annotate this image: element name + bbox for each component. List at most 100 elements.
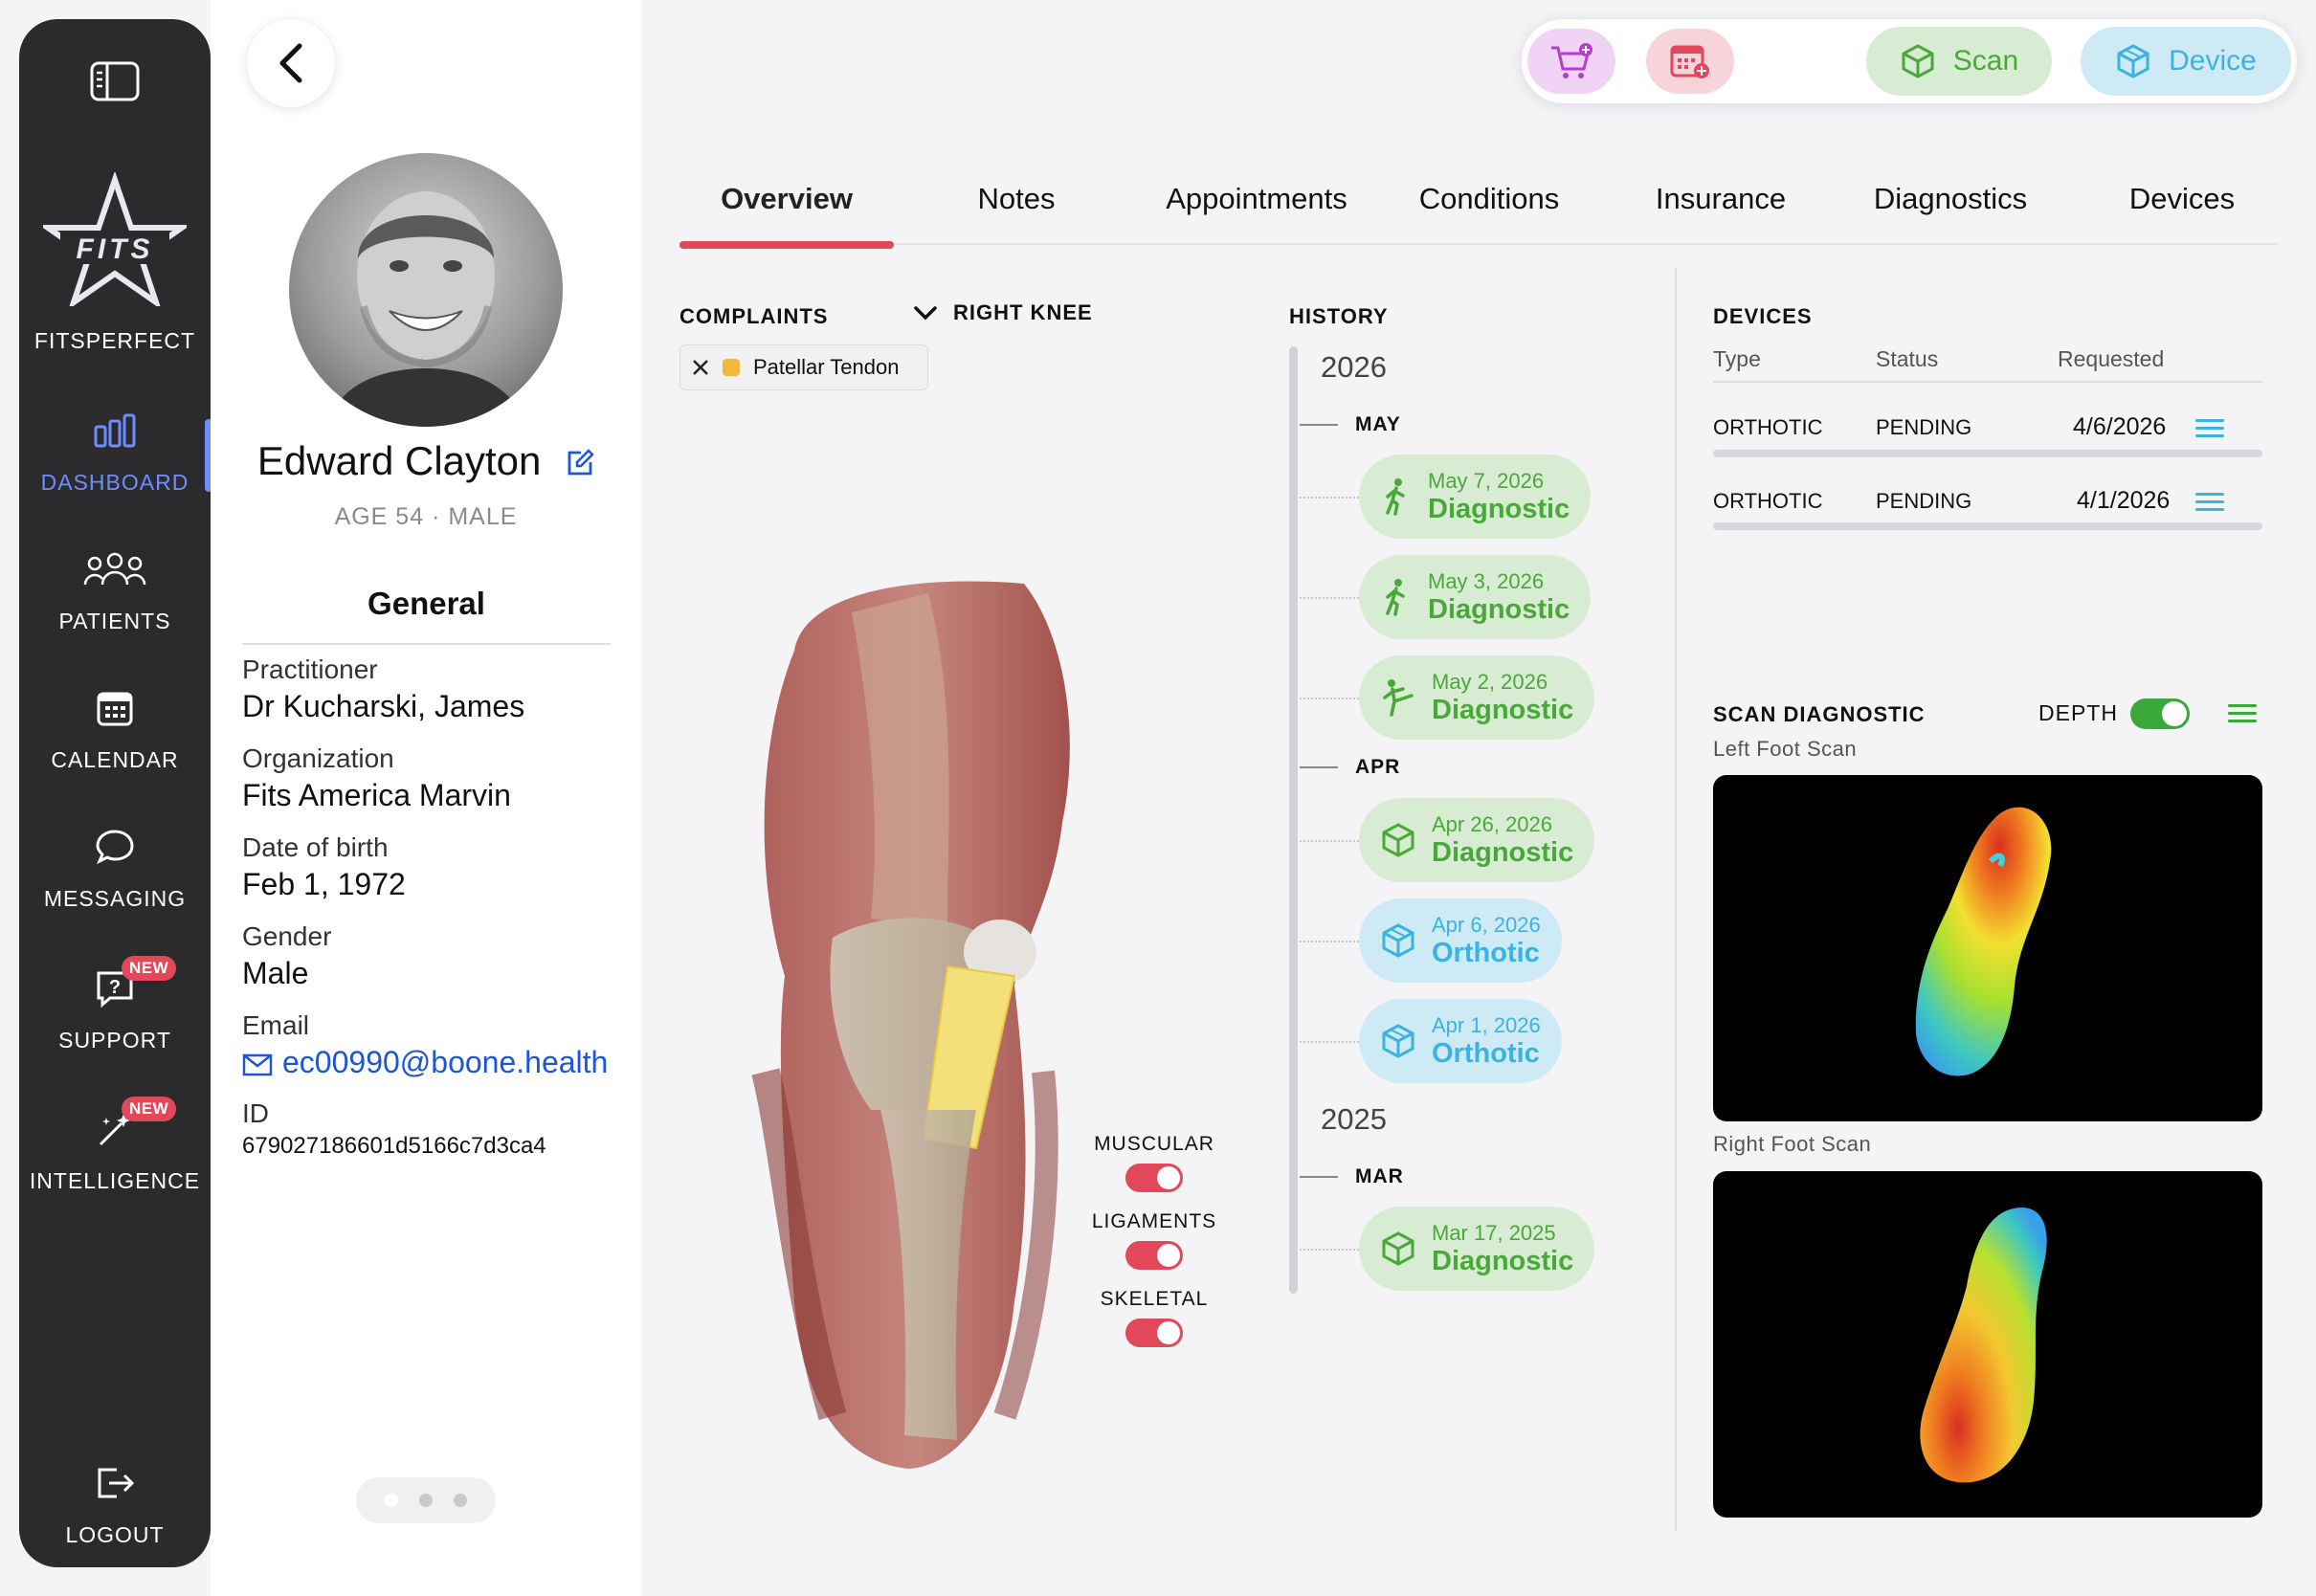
row-menu-icon[interactable] — [2195, 419, 2224, 442]
page-dot[interactable] — [454, 1494, 467, 1507]
sidebar-toggle-button[interactable] — [19, 57, 211, 105]
scan-cube-icon — [1382, 1231, 1414, 1266]
scan-diagnostic-heading: SCAN DIAGNOSTIC — [1713, 702, 1926, 726]
timeline-connector — [1300, 1249, 1359, 1251]
sidebar-item-label: MESSAGING — [43, 886, 187, 911]
scan-menu-icon[interactable] — [2228, 704, 2257, 727]
layer-label: MUSCULAR — [1094, 1133, 1214, 1155]
device-requested: 4/1/2026 — [2077, 487, 2171, 514]
action-bar: Scan Device — [1522, 19, 2297, 103]
page-dot[interactable] — [385, 1494, 398, 1507]
row-menu-icon[interactable] — [2195, 493, 2224, 516]
sidebar-item-support[interactable]: ? NEW SUPPORT — [19, 956, 211, 1053]
sidebar-item-label: LOGOUT — [65, 1522, 165, 1547]
device-button[interactable]: Device — [2081, 27, 2291, 96]
layer-label: LIGAMENTS — [1091, 1210, 1217, 1232]
history-item[interactable]: Mar 17, 2025 Diagnostic — [1359, 1207, 1595, 1291]
email-link[interactable]: ec00990@boone.health — [242, 1045, 608, 1080]
right-foot-scan-viewer[interactable] — [1713, 1171, 2262, 1518]
tab-devices[interactable]: Devices — [2075, 182, 2289, 245]
month-tick — [1300, 1176, 1338, 1178]
history-type: Diagnostic — [1428, 493, 1570, 524]
field-value: Male — [242, 956, 309, 990]
sidebar-item-label: INTELLIGENCE — [29, 1168, 201, 1193]
calendar-icon — [96, 689, 134, 731]
ligaments-toggle[interactable] — [1125, 1241, 1183, 1270]
field-label: Gender — [242, 921, 332, 951]
sidebar-item-intelligence[interactable]: NEW INTELLIGENCE — [19, 1097, 211, 1194]
tab-appointments[interactable]: Appointments — [1137, 182, 1376, 245]
device-progress-bar — [1713, 522, 2262, 530]
history-item[interactable]: Apr 26, 2026 Diagnostic — [1359, 798, 1595, 882]
box-icon — [2117, 44, 2149, 78]
field-label: Practitioner — [242, 654, 378, 684]
scan-button[interactable]: Scan — [1866, 27, 2052, 96]
history-date: Apr 26, 2026 — [1432, 811, 1552, 836]
page-dot[interactable] — [419, 1494, 433, 1507]
history-item[interactable]: Apr 6, 2026 Orthotic — [1359, 898, 1562, 983]
tab-insurance[interactable]: Insurance — [1614, 182, 1828, 245]
brand: FITS FITSPERFECT — [19, 170, 211, 354]
walking-person-icon — [1386, 579, 1405, 616]
edit-icon[interactable] — [566, 441, 594, 487]
depth-toggle[interactable] — [2130, 698, 2190, 729]
tab-overview[interactable]: Overview — [679, 182, 894, 249]
month-tick — [1300, 424, 1338, 426]
chevron-left-icon — [279, 43, 302, 83]
add-appointment-button[interactable] — [1646, 29, 1734, 94]
column-header-status: Status — [1876, 346, 1939, 371]
timeline-connector — [1300, 1041, 1359, 1043]
history-item[interactable]: May 7, 2026 Diagnostic — [1359, 454, 1592, 539]
add-to-cart-button[interactable] — [1527, 29, 1615, 94]
field-label: ID — [242, 1098, 269, 1128]
device-status: PENDING — [1876, 489, 1972, 513]
close-icon[interactable] — [692, 359, 709, 376]
left-foot-scan-viewer[interactable] — [1713, 775, 2262, 1121]
magic-wand-icon: NEW — [95, 1097, 177, 1152]
sidebar-item-dashboard[interactable]: DASHBOARD — [19, 411, 212, 496]
history-month: MAR — [1355, 1165, 1404, 1187]
toggle-knob — [2162, 701, 2187, 726]
bar-chart-icon — [93, 411, 137, 454]
table-header-rule — [1713, 381, 2262, 383]
timeline-connector — [1300, 497, 1359, 499]
brand-name: FITSPERFECT — [33, 328, 196, 353]
history-month: APR — [1355, 756, 1401, 778]
logout-button[interactable]: LOGOUT — [19, 1464, 211, 1548]
history-item[interactable]: May 2, 2026 Diagnostic — [1359, 655, 1595, 740]
history-item[interactable]: Apr 1, 2026 Orthotic — [1359, 999, 1562, 1083]
field-label: Email — [242, 1010, 310, 1040]
sidebar-item-messaging[interactable]: MESSAGING — [19, 828, 211, 912]
skeletal-toggle[interactable] — [1125, 1319, 1183, 1347]
scan-cube-icon — [1902, 44, 1934, 78]
box-icon — [1382, 923, 1414, 958]
field-label: Organization — [242, 743, 394, 773]
logout-icon — [94, 1464, 136, 1506]
tab-diagnostics[interactable]: Diagnostics — [1843, 182, 2058, 245]
gender-field: Gender Male — [242, 921, 331, 991]
complaint-chip[interactable]: Patellar Tendon — [679, 344, 928, 390]
history-type: Diagnostic — [1432, 1245, 1574, 1276]
id-field: ID 679027186601d5166c7d3ca4 — [242, 1098, 546, 1160]
complaint-label: Patellar Tendon — [753, 355, 900, 379]
tab-conditions[interactable]: Conditions — [1382, 182, 1596, 245]
scan-cube-icon — [1382, 823, 1414, 857]
chat-bubble-icon — [95, 828, 135, 870]
field-value: Dr Kucharski, James — [242, 689, 525, 723]
knee-anatomy-model[interactable] — [737, 574, 1101, 1474]
back-button[interactable] — [247, 19, 335, 107]
tab-notes[interactable]: Notes — [909, 182, 1124, 245]
complaint-color-dot — [723, 359, 740, 376]
device-type: ORTHOTIC — [1713, 489, 1823, 513]
kicking-person-icon — [1383, 679, 1414, 717]
sidebar-item-calendar[interactable]: CALENDAR — [19, 689, 211, 773]
column-divider — [1675, 268, 1677, 1531]
sidebar-item-patients[interactable]: PATIENTS — [19, 550, 211, 634]
muscular-toggle[interactable] — [1125, 1164, 1183, 1192]
patient-name-text: Edward Clayton — [256, 438, 542, 483]
history-item[interactable]: May 3, 2026 Diagnostic — [1359, 555, 1592, 639]
body-area-dropdown[interactable]: RIGHT KNEE — [913, 300, 1093, 325]
avatar — [289, 153, 563, 427]
page-indicator[interactable] — [356, 1477, 496, 1523]
dob-field: Date of birth Feb 1, 1972 — [242, 832, 406, 902]
